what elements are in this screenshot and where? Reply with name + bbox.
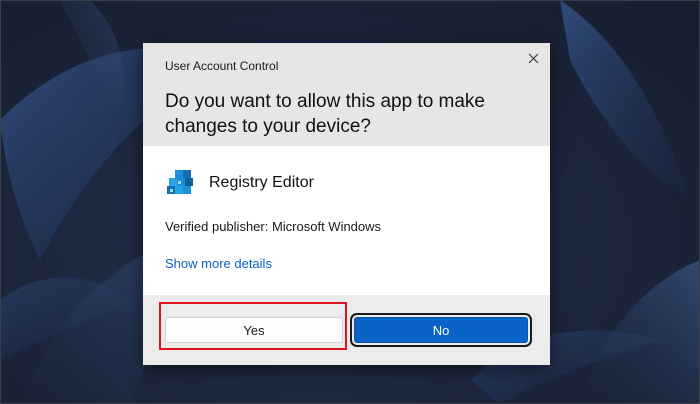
dialog-footer: Yes No [143,295,550,365]
close-icon [528,53,538,63]
registry-editor-icon [167,170,193,194]
yes-button[interactable]: Yes [165,317,343,343]
uac-dialog: User Account Control Do you want to allo… [143,43,550,365]
dialog-caption: User Account Control [165,59,279,73]
desktop-background: User Account Control Do you want to allo… [0,0,700,404]
close-button[interactable] [520,47,546,69]
app-info: Registry Editor [165,166,314,200]
publisher-text: Verified publisher: Microsoft Windows [165,219,382,234]
dialog-question: Do you want to allow this app to make ch… [165,91,486,137]
app-name: Registry Editor [209,174,314,191]
show-more-details-link[interactable]: Show more details [165,256,272,271]
no-button[interactable]: No [354,317,528,343]
dialog-header: User Account Control Do you want to allo… [143,43,550,146]
